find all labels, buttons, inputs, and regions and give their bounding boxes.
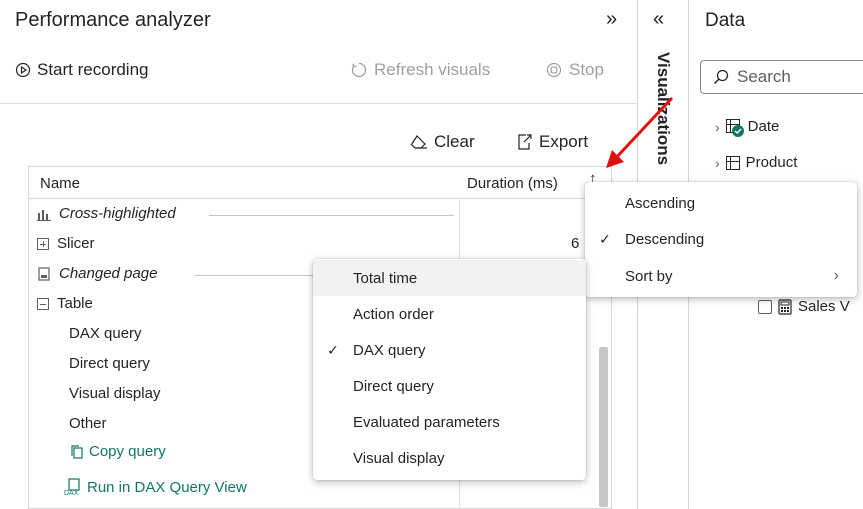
export-button[interactable]: Export <box>515 132 588 152</box>
list-item-label: Changed page <box>59 265 158 282</box>
checkmark-icon: ✓ <box>599 230 611 247</box>
tree-item-label: Date <box>747 118 780 135</box>
stop-label: Stop <box>569 60 604 79</box>
search-placeholder: Search <box>737 67 791 86</box>
menu-item-total-time[interactable]: Total time <box>313 260 586 296</box>
checkmark-icon: ✓ <box>327 341 339 358</box>
start-recording-label: Start recording <box>37 60 149 79</box>
column-header-duration[interactable]: Duration (ms) <box>467 175 558 192</box>
chevron-right-icon[interactable]: › <box>715 119 720 135</box>
export-icon <box>518 134 532 150</box>
menu-item-label: Ascending <box>625 194 696 212</box>
annotation-arrow-icon <box>606 96 674 168</box>
pane-title: Data <box>705 10 746 31</box>
list-item: Other <box>69 415 107 432</box>
list-item[interactable]: Slicer <box>37 235 95 252</box>
copy-query-link[interactable]: Copy query <box>69 443 166 460</box>
expand-pane-icon[interactable]: « <box>653 8 664 31</box>
search-icon <box>713 69 729 85</box>
list-item-label: Table <box>57 295 93 312</box>
menu-item-label: Descending <box>625 230 705 248</box>
tree-item-sales[interactable]: Sales V <box>758 298 850 315</box>
checkmark-badge-icon <box>731 124 744 137</box>
start-recording-button[interactable]: Start recording <box>15 60 149 80</box>
page-icon <box>38 266 50 281</box>
list-item: DAX query <box>69 325 142 342</box>
sort-by-submenu: Total time Action order ✓ DAX query Dire… <box>313 259 586 480</box>
list-item[interactable]: Cross-highlighted <box>37 205 176 222</box>
divider <box>0 103 637 104</box>
menu-item-action-order[interactable]: Action order <box>313 296 586 332</box>
bar-chart-icon <box>37 209 51 221</box>
menu-item-label: Action order <box>353 305 434 323</box>
list-item[interactable]: Changed page <box>37 265 157 282</box>
run-in-dax-query-view-link[interactable]: DAX Run in DAX Query View <box>63 478 247 496</box>
divider <box>209 215 454 216</box>
menu-item-label: Sort by <box>625 267 673 285</box>
refresh-visuals-label: Refresh visuals <box>374 60 491 79</box>
list-item: Visual display <box>69 385 161 402</box>
refresh-visuals-button[interactable]: Refresh visuals <box>350 60 490 80</box>
calculator-icon <box>778 298 792 315</box>
menu-item-evaluated-parameters[interactable]: Evaluated parameters <box>313 404 586 440</box>
list-item-label: Slicer <box>57 235 95 252</box>
chevron-right-icon: › <box>833 267 839 284</box>
menu-item-descending[interactable]: ✓ Descending <box>585 221 857 257</box>
menu-item-label: DAX query <box>353 341 426 359</box>
svg-text:DAX: DAX <box>64 490 79 496</box>
sort-menu: Ascending ✓ Descending Sort by › <box>585 182 857 297</box>
table-check-icon <box>725 118 744 137</box>
column-header-name[interactable]: Name <box>40 175 80 192</box>
export-label: Export <box>539 132 589 151</box>
menu-item-visual-display[interactable]: Visual display <box>313 440 586 476</box>
search-input[interactable]: Search <box>700 60 863 94</box>
play-circle-icon <box>15 62 31 78</box>
eraser-icon <box>410 135 427 149</box>
menu-item-label: Total time <box>353 269 418 287</box>
menu-item-label: Visual display <box>353 449 445 467</box>
copy-icon <box>71 444 83 459</box>
menu-item-label: Evaluated parameters <box>353 413 500 431</box>
menu-item-label: Direct query <box>353 377 434 395</box>
refresh-icon <box>351 62 367 78</box>
menu-item-sort-by[interactable]: Sort by › <box>585 258 857 294</box>
tree-item-product[interactable]: › Product <box>715 154 797 171</box>
run-dax-label: Run in DAX Query View <box>87 478 247 496</box>
list-item: Direct query <box>69 355 150 372</box>
tree-item-label: Sales V <box>798 298 850 315</box>
collapse-icon[interactable] <box>37 297 49 310</box>
pane-title: Performance analyzer <box>15 9 211 31</box>
table-icon <box>725 155 740 170</box>
clear-button[interactable]: Clear <box>410 132 475 152</box>
stop-button[interactable]: Stop <box>545 60 604 80</box>
collapse-pane-icon[interactable]: » <box>606 8 617 31</box>
dax-icon: DAX <box>64 478 80 496</box>
chevron-right-icon[interactable]: › <box>715 155 720 171</box>
checkbox[interactable] <box>758 299 772 314</box>
menu-item-ascending[interactable]: Ascending <box>585 185 857 221</box>
scrollbar[interactable] <box>599 347 608 507</box>
expand-icon[interactable] <box>37 237 49 250</box>
list-item[interactable]: Table <box>37 295 93 312</box>
divider <box>194 275 314 276</box>
tree-item-label: Product <box>745 154 798 171</box>
tree-item-date[interactable]: › Date <box>715 118 780 137</box>
duration-value: 6 <box>571 235 580 252</box>
list-item-label: Cross-highlighted <box>59 205 176 222</box>
stop-icon <box>546 62 562 78</box>
table-header: Name Duration (ms) ↑ <box>29 167 611 199</box>
menu-item-dax-query[interactable]: ✓ DAX query <box>313 332 586 368</box>
clear-label: Clear <box>434 132 475 151</box>
menu-item-direct-query[interactable]: Direct query <box>313 368 586 404</box>
copy-query-label: Copy query <box>89 443 166 460</box>
